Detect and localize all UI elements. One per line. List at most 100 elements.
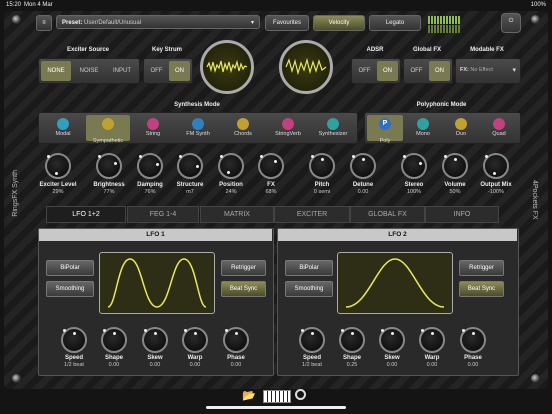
tab-info[interactable]: INFO [425,206,499,223]
exciter-noise[interactable]: NOISE [74,61,104,81]
adsr-group: OFF ON [351,58,401,84]
midi-icon[interactable] [295,389,306,400]
lfo2-bipolar-button[interactable]: BiPolar [285,260,333,276]
tab-lfo-1-2[interactable]: LFO 1+2 [46,206,126,223]
knob-indicator [113,332,116,335]
knob-position[interactable] [218,153,244,179]
lfo1-bipolar-button[interactable]: BiPolar [46,260,94,276]
synthesis-mode-string[interactable]: String [131,115,175,141]
knob-indicator [154,332,157,335]
tab-matrix[interactable]: MATRIX [200,206,274,223]
synthesis-mode-group: Modal Sympathetic String FM Synth Chords Stri… [38,112,358,144]
lfo2-knob-warp[interactable] [419,327,445,353]
lfo2-knob-skew[interactable] [379,327,405,353]
tab-feg-1-4[interactable]: FEG 1-4 [127,206,199,223]
modable-fx-label: FX: [460,67,469,73]
side-label-left: RingsFX Synth [12,170,19,217]
lfo1-knob-phase[interactable] [223,327,249,353]
polyphonic-mode-mono[interactable]: Mono [405,115,441,141]
knob-label: Detune [352,182,374,188]
lfo1-waveform [107,258,207,308]
velocity-button[interactable]: Velocity [313,15,365,31]
adsr-on[interactable]: ON [377,61,398,81]
synthesis-mode-icon [282,118,294,130]
polyphonic-mode-quad[interactable]: Quad [481,115,517,141]
folder-icon[interactable]: 📂 [242,389,256,402]
tab-exciter[interactable]: EXCITER [274,206,350,223]
exciter-none[interactable]: NONE [41,61,71,81]
level-meter [428,25,460,33]
lfo1-knob-skew[interactable] [142,327,168,353]
legato-button[interactable]: Legato [369,15,421,31]
polyphonic-mode-label: Poly [379,138,391,144]
polyphonic-mode-icon: P [379,118,391,130]
knob-output-mix[interactable] [483,153,509,179]
key-strum-group: OFF ON [143,58,193,84]
polyphonic-mode-title: Polyphonic Mode [416,102,467,108]
screw [12,374,21,383]
tab-global-fx[interactable]: GLOBAL FX [350,206,425,223]
knob-damping[interactable] [137,153,163,179]
knob-indicator [196,165,199,168]
favourites-button[interactable]: Favourites [265,15,309,31]
knob-indicator [311,332,314,335]
knob-stereo[interactable] [401,153,427,179]
knob-brightness[interactable] [96,153,122,179]
key-strum-off[interactable]: OFF [146,61,167,81]
knob-indicator [226,171,230,175]
knob-volume[interactable] [442,153,468,179]
knob-value: 0.00 [357,189,369,195]
key-strum-on[interactable]: ON [169,61,190,81]
key-strum-title: Key Strum [151,47,182,53]
power-button[interactable]: ⏻ [501,13,521,33]
synthesis-mode-icon [192,118,204,130]
lfo1-knob-warp[interactable] [182,327,208,353]
exciter-source-title: Exciter Source [66,47,110,53]
polyphonic-mode-duo[interactable]: Duo [443,115,479,141]
synthesis-mode-icon [237,118,249,130]
lfo1-beat-sync-button[interactable]: Beat Sync [221,281,266,297]
keyboard-icon[interactable] [263,390,291,403]
knob-indicator [194,332,197,335]
knob-exciter-level[interactable] [45,153,71,179]
synthesis-mode-icon [102,118,114,130]
knob-indicator [274,159,278,163]
knob-indicator [321,158,324,161]
adsr-off[interactable]: OFF [354,61,375,81]
knob-pitch[interactable] [309,153,335,179]
level-meter [428,16,460,24]
lfo2-knob-speed[interactable] [299,327,325,353]
preset-selector[interactable]: Preset: User/Default/Unusual ▾ [56,15,260,29]
synthesis-mode-synthesizer[interactable]: Synthesizer [311,115,355,141]
lfo2-smoothing-button[interactable]: Smoothing [285,281,333,297]
status-bar: 15:20 Mon 4 Mar 100% [0,0,552,10]
lfo1-smoothing-button[interactable]: Smoothing [46,281,94,297]
global-fx-off[interactable]: OFF [406,61,427,81]
synthesis-mode-sympathetic[interactable]: Sympathetic [86,115,130,144]
synthesis-mode-label: Synthesizer [318,131,348,137]
synthesis-mode-modal[interactable]: Modal [41,115,85,141]
global-fx-on[interactable]: ON [429,61,450,81]
knob-fx[interactable] [258,153,284,179]
synthesis-mode-stringverb[interactable]: StringVerb [266,115,310,141]
synthesis-mode-icon [57,118,69,130]
lfo1-retrigger-button[interactable]: Retrigger [221,260,266,276]
knob-indicator [73,332,76,335]
lfo2-retrigger-button[interactable]: Retrigger [459,260,504,276]
polyphonic-mode-poly[interactable]: P Poly [367,115,403,144]
knob-indicator [235,332,238,335]
exciter-input[interactable]: INPUT [107,61,137,81]
lfo2-knob-phase[interactable] [460,327,486,353]
lfo2-knob-shape[interactable] [339,327,365,353]
knob-structure[interactable] [177,153,203,179]
lfo1-knob-speed[interactable] [61,327,87,353]
lfo2-beat-sync-button[interactable]: Beat Sync [459,281,504,297]
knob-detune[interactable] [350,153,376,179]
chevron-down-icon: ▾ [250,20,254,26]
lfo1-knob-shape[interactable] [101,327,127,353]
menu-button[interactable]: ≡ [36,15,52,31]
screw [531,15,540,24]
synthesis-mode-chords[interactable]: Chords [221,115,265,141]
modable-fx-select[interactable]: FX: No Effect ▾ [455,58,521,84]
synthesis-mode-fm-synth[interactable]: FM Synth [176,115,220,141]
